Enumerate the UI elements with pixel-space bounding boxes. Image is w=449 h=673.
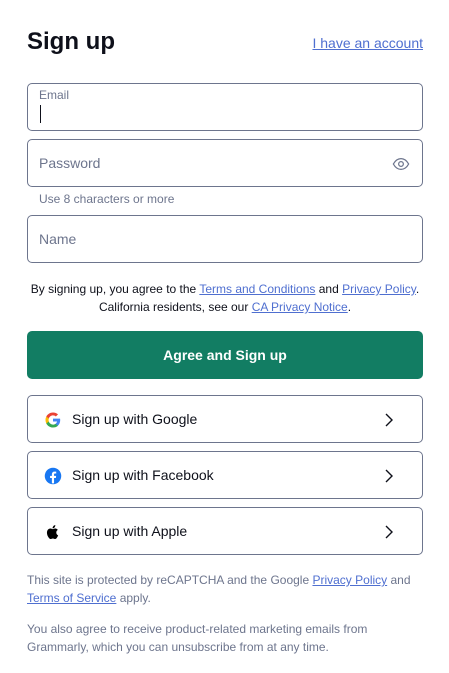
ca-privacy-link[interactable]: CA Privacy Notice <box>252 300 348 314</box>
terms-link[interactable]: Terms and Conditions <box>199 282 315 296</box>
password-input[interactable] <box>28 140 422 186</box>
apple-sign-up-button[interactable]: Sign up with Apple <box>27 507 423 555</box>
recaptcha-prefix: This site is protected by reCAPTCHA and … <box>27 573 313 587</box>
marketing-notice: You also agree to receive product-relate… <box>27 622 368 654</box>
terms-prefix: By signing up, you agree to the <box>30 282 200 296</box>
terms-suffix: . <box>347 300 352 314</box>
name-field[interactable]: Name <box>27 215 423 263</box>
chevron-right-icon <box>385 525 393 539</box>
agree-sign-up-button[interactable]: Agree and Sign up <box>27 331 423 379</box>
google-icon <box>45 412 61 428</box>
email-input[interactable] <box>28 84 422 130</box>
recaptcha-suffix: apply. <box>116 591 151 605</box>
login-link[interactable]: I have an account <box>312 35 423 51</box>
facebook-label: Sign up with Facebook <box>72 467 214 483</box>
email-field[interactable]: Email <box>27 83 423 131</box>
facebook-sign-up-button[interactable]: Sign up with Facebook <box>27 451 423 499</box>
google-sign-up-button[interactable]: Sign up with Google <box>27 395 423 443</box>
facebook-icon <box>44 467 62 485</box>
name-input[interactable] <box>28 216 422 262</box>
terms-and: and <box>315 282 343 296</box>
terms-text: By signing up, you agree to the Terms an… <box>27 280 423 316</box>
apple-icon <box>46 525 59 539</box>
terms-of-service-link[interactable]: Terms of Service <box>27 591 116 605</box>
google-privacy-link[interactable]: Privacy Policy <box>312 573 387 587</box>
recaptcha-notice: This site is protected by reCAPTCHA and … <box>27 571 423 607</box>
header: Sign up I have an account <box>27 28 423 58</box>
privacy-link[interactable]: Privacy Policy <box>342 282 416 296</box>
password-hint: Use 8 characters or more <box>39 192 175 206</box>
password-field[interactable]: Password <box>27 139 423 187</box>
show-password-icon[interactable] <box>392 155 410 173</box>
recaptcha-and: and <box>387 573 411 587</box>
chevron-right-icon <box>385 469 393 483</box>
chevron-right-icon <box>385 413 393 427</box>
google-label: Sign up with Google <box>72 411 198 427</box>
apple-label: Sign up with Apple <box>72 523 188 539</box>
page-title: Sign up <box>27 28 115 55</box>
